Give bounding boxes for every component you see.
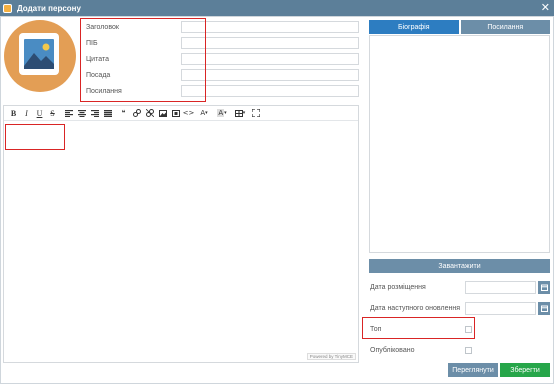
avatar-upload[interactable] bbox=[4, 20, 76, 92]
unlink-icon[interactable] bbox=[143, 107, 156, 119]
code-icon[interactable]: <> bbox=[182, 107, 195, 119]
justify-icon[interactable] bbox=[101, 107, 114, 119]
editor-toolbar: B I U S ❝ <> A ▾ A ▾ ▾ bbox=[4, 106, 358, 121]
background-color-icon[interactable]: A ▾ bbox=[213, 107, 231, 119]
field-position-label: Посада bbox=[86, 71, 111, 79]
fullscreen-icon[interactable] bbox=[249, 107, 262, 119]
top-label: Топ bbox=[370, 325, 382, 333]
publish-date-label: Дата розміщення bbox=[370, 283, 426, 291]
title-input[interactable] bbox=[181, 21, 359, 33]
save-button[interactable]: Зберегти bbox=[500, 363, 550, 377]
strikethrough-button[interactable]: S bbox=[46, 107, 59, 119]
right-tabs: Біографія Посилання bbox=[369, 20, 550, 34]
calendar-icon[interactable] bbox=[538, 301, 550, 315]
field-name: ПІБ bbox=[86, 37, 359, 49]
italic-button[interactable]: I bbox=[20, 107, 33, 119]
media-icon[interactable] bbox=[169, 107, 182, 119]
bold-button[interactable]: B bbox=[7, 107, 20, 119]
close-icon[interactable]: ✕ bbox=[541, 1, 550, 15]
window-titlebar: Додати персону ✕ bbox=[0, 0, 554, 16]
field-quote: Цитата bbox=[86, 53, 359, 65]
field-title-label: Заголовок bbox=[86, 23, 119, 31]
quote-input[interactable] bbox=[181, 53, 359, 65]
link-icon[interactable] bbox=[130, 107, 143, 119]
rich-text-editor: B I U S ❝ <> A ▾ A ▾ ▾ Powered by TinyMCE bbox=[3, 105, 359, 363]
align-left-icon[interactable] bbox=[62, 107, 75, 119]
image-icon[interactable] bbox=[156, 107, 169, 119]
top-check-row: Топ bbox=[370, 323, 472, 335]
table-icon[interactable]: ▾ bbox=[231, 107, 249, 119]
link-input[interactable] bbox=[181, 85, 359, 97]
next-update-input[interactable] bbox=[465, 301, 536, 315]
align-right-icon[interactable] bbox=[88, 107, 101, 119]
upload-button[interactable]: Завантажити bbox=[369, 259, 550, 273]
calendar-icon[interactable] bbox=[538, 280, 550, 294]
name-input[interactable] bbox=[181, 37, 359, 49]
editor-content-area[interactable] bbox=[4, 122, 358, 358]
publish-date-row: Дата розміщення bbox=[370, 280, 550, 294]
powered-by-label: Powered by TinyMCE bbox=[306, 353, 356, 360]
image-placeholder-icon bbox=[19, 33, 59, 75]
published-label: Опубліковано bbox=[370, 346, 415, 354]
text-color-icon[interactable]: A ▾ bbox=[195, 107, 213, 119]
field-link-label: Посилання bbox=[86, 87, 122, 95]
align-center-icon[interactable] bbox=[75, 107, 88, 119]
biography-panel[interactable] bbox=[369, 35, 550, 253]
underline-button[interactable]: U bbox=[33, 107, 46, 119]
next-update-date-row: Дата наступного оновлення bbox=[370, 301, 550, 315]
field-name-label: ПІБ bbox=[86, 39, 98, 47]
preview-button[interactable]: Переглянути bbox=[448, 363, 498, 377]
position-input[interactable] bbox=[181, 69, 359, 81]
next-update-label: Дата наступного оновлення bbox=[370, 304, 460, 312]
publish-date-input[interactable] bbox=[465, 280, 536, 294]
field-title: Заголовок bbox=[86, 21, 359, 33]
field-link: Посилання bbox=[86, 85, 359, 97]
field-position: Посада bbox=[86, 69, 359, 81]
app-icon bbox=[3, 3, 12, 13]
published-check-row: Опубліковано bbox=[370, 344, 472, 356]
tab-links[interactable]: Посилання bbox=[460, 20, 550, 34]
quote-icon[interactable]: ❝ bbox=[117, 107, 130, 119]
top-checkbox[interactable] bbox=[465, 325, 472, 333]
window-title: Додати персону bbox=[17, 3, 81, 13]
tab-biography[interactable]: Біографія bbox=[369, 20, 459, 34]
published-checkbox[interactable] bbox=[465, 346, 472, 354]
field-quote-label: Цитата bbox=[86, 55, 109, 63]
